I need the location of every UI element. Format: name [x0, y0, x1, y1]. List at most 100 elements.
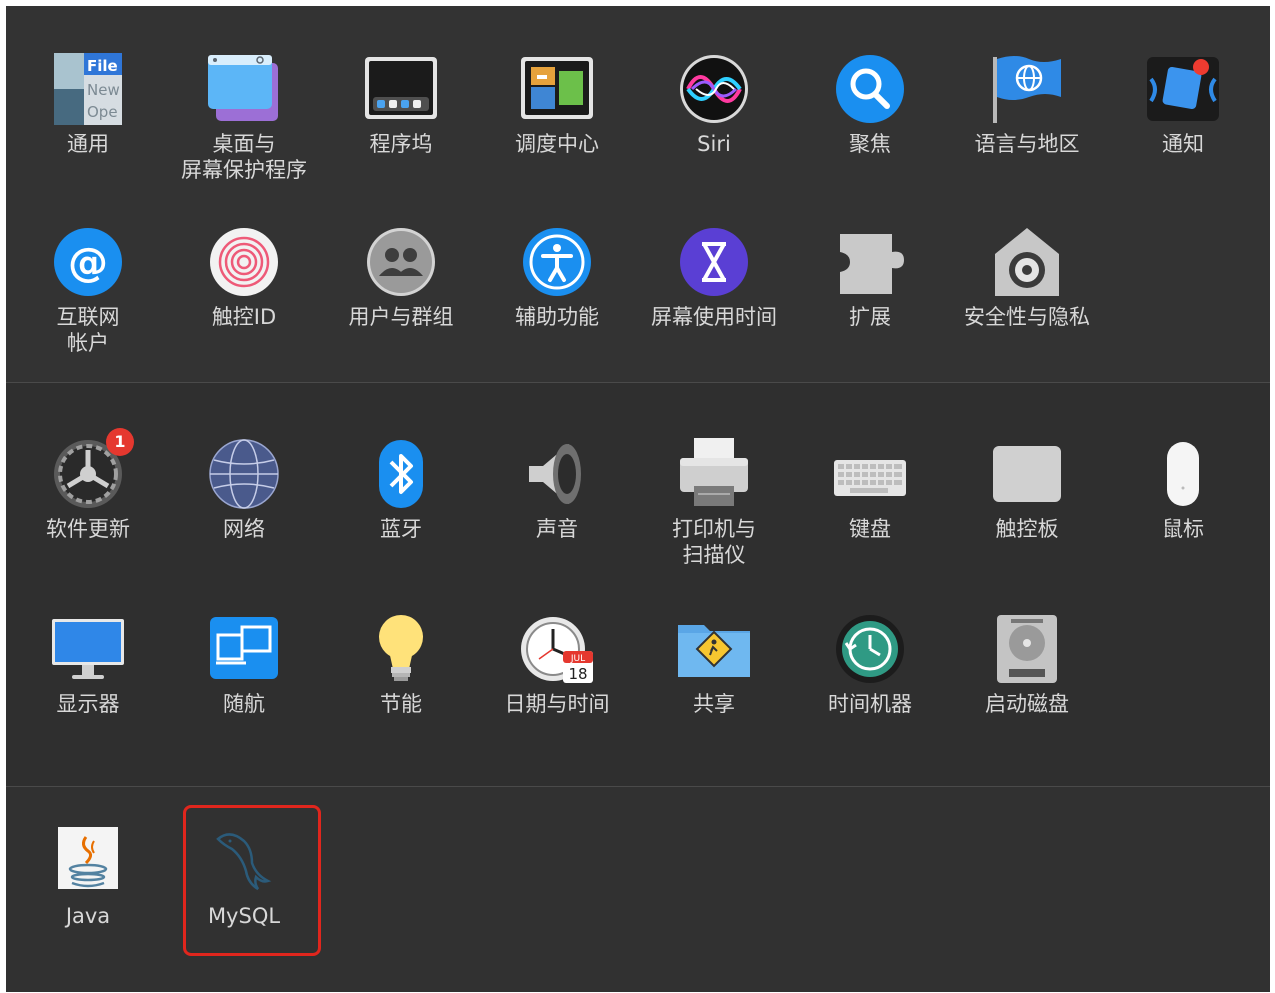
bluetooth-icon [363, 436, 439, 512]
pane-sound[interactable]: 声音 [482, 436, 632, 542]
pane-startup-disk[interactable]: 启动磁盘 [952, 611, 1102, 717]
pane-label: 打印机与 扫描仪 [672, 517, 756, 567]
pane-notifications[interactable]: 通知 [1108, 51, 1258, 157]
pane-label: 聚焦 [849, 132, 891, 156]
pane-label: 用户与群组 [348, 305, 454, 329]
time-machine-icon [832, 611, 908, 687]
pane-label: 触控ID [211, 305, 277, 329]
sound-icon [519, 436, 595, 512]
screen-time-icon [676, 224, 752, 300]
sharing-icon [676, 611, 752, 687]
pane-accessibility[interactable]: 辅助功能 [482, 224, 632, 330]
mouse-icon [1145, 436, 1221, 512]
accessibility-icon [519, 224, 595, 300]
pane-label: 语言与地区 [974, 132, 1080, 156]
pane-mouse[interactable]: 鼠标 [1108, 436, 1258, 542]
general-icon-text: File [87, 57, 118, 75]
pane-siri[interactable]: Siri [639, 51, 789, 157]
pane-desktop-screensaver[interactable]: 桌面与 屏幕保护程序 [169, 51, 319, 183]
mission-control-icon [519, 51, 595, 127]
pane-label: 启动磁盘 [985, 692, 1069, 716]
security-privacy-icon [989, 224, 1065, 300]
energy-saver-icon [363, 611, 439, 687]
siri-icon [676, 51, 752, 127]
pane-touch-id[interactable]: 触控ID [169, 224, 319, 330]
software-update-icon: 1 [50, 428, 134, 512]
java-icon [50, 823, 126, 899]
pane-label: 触控板 [995, 517, 1059, 541]
pane-extensions[interactable]: 扩展 [795, 224, 945, 330]
pane-label: 互联网 帐户 [56, 305, 120, 355]
users-groups-icon [363, 224, 439, 300]
pane-label: 安全性与隐私 [964, 305, 1090, 329]
pane-keyboard[interactable]: 键盘 [795, 436, 945, 542]
pane-spotlight[interactable]: 聚焦 [795, 51, 945, 157]
general-icon-text: New [87, 81, 120, 99]
desktop-screensaver-icon [206, 51, 282, 127]
pane-label: 桌面与 屏幕保护程序 [181, 132, 307, 182]
pane-label: 随航 [223, 692, 265, 716]
pane-label: 键盘 [849, 517, 891, 541]
display-icon [50, 611, 126, 687]
pane-label: 蓝牙 [380, 517, 422, 541]
pane-dock[interactable]: 程序坞 [326, 51, 476, 157]
keyboard-icon [832, 436, 908, 512]
pane-label: 显示器 [56, 692, 120, 716]
pane-label: 时间机器 [828, 692, 912, 716]
pane-label: 鼠标 [1162, 517, 1204, 541]
pane-software-update[interactable]: 1 软件更新 [13, 428, 163, 542]
calendar-month-text: JUL [570, 654, 585, 664]
calendar-day-text: 18 [568, 665, 587, 683]
pane-label: 通知 [1162, 132, 1204, 156]
pane-trackpad[interactable]: 触控板 [952, 436, 1102, 542]
pane-label: 节能 [380, 692, 422, 716]
pane-energy-saver[interactable]: 节能 [326, 611, 476, 717]
pane-users-groups[interactable]: 用户与群组 [326, 224, 476, 330]
pane-label: 屏幕使用时间 [651, 305, 777, 329]
dock-icon [363, 51, 439, 127]
notifications-icon [1145, 51, 1221, 127]
pane-bluetooth[interactable]: 蓝牙 [326, 436, 476, 542]
pane-sharing[interactable]: 共享 [639, 611, 789, 717]
pane-label: 声音 [536, 517, 578, 541]
pane-general[interactable]: File New Ope 通用 [13, 51, 163, 157]
general-icon-text: Ope [87, 103, 118, 121]
language-region-icon [989, 51, 1065, 127]
pane-label: 扩展 [849, 305, 891, 329]
network-icon [206, 436, 282, 512]
general-icon: File New Ope [50, 51, 126, 127]
pane-label: 共享 [693, 692, 735, 716]
pane-screen-time[interactable]: 屏幕使用时间 [639, 224, 789, 330]
date-time-icon: JUL 18 [519, 611, 595, 687]
pane-network[interactable]: 网络 [169, 436, 319, 542]
pane-mission-control[interactable]: 调度中心 [482, 51, 632, 157]
pane-label: 辅助功能 [515, 305, 599, 329]
pane-label: 程序坞 [369, 132, 433, 156]
system-preferences-window: File New Ope 通用 桌面与 屏幕保护程序 程序坞 调度中心 Siri… [6, 6, 1270, 992]
svg-text:@: @ [68, 240, 108, 286]
pane-sidecar[interactable]: 随航 [169, 611, 319, 717]
extensions-icon [832, 224, 908, 300]
mysql-highlight-box [183, 805, 321, 956]
pane-label: 软件更新 [46, 517, 130, 541]
pane-label: Java [65, 904, 111, 928]
touch-id-icon [206, 224, 282, 300]
trackpad-icon [989, 436, 1065, 512]
sidecar-icon [206, 611, 282, 687]
spotlight-icon [832, 51, 908, 127]
printer-scanner-icon [676, 436, 752, 512]
update-count-badge: 1 [106, 428, 134, 456]
pane-java[interactable]: Java [13, 823, 163, 929]
pane-label: 日期与时间 [504, 692, 610, 716]
pane-label: Siri [697, 132, 731, 156]
pane-label: 网络 [223, 517, 265, 541]
pane-language-region[interactable]: 语言与地区 [952, 51, 1102, 157]
pane-security-privacy[interactable]: 安全性与隐私 [952, 224, 1102, 330]
pane-internet-accounts[interactable]: @ 互联网 帐户 [13, 224, 163, 356]
pane-displays[interactable]: 显示器 [13, 611, 163, 717]
pane-printers-scanners[interactable]: 打印机与 扫描仪 [639, 436, 789, 568]
pane-label: 通用 [67, 132, 109, 156]
pane-date-time[interactable]: JUL 18 日期与时间 [482, 611, 632, 717]
internet-accounts-icon: @ [50, 224, 126, 300]
pane-time-machine[interactable]: 时间机器 [795, 611, 945, 717]
